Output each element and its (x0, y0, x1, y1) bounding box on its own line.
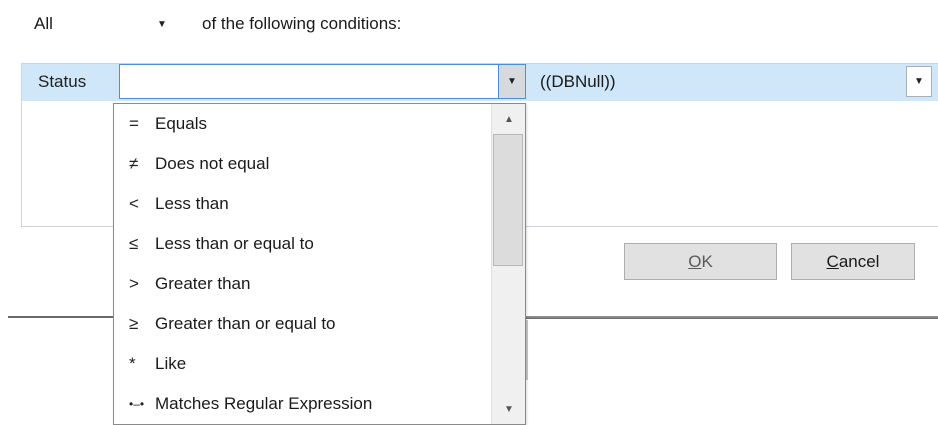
cancel-mnemonic: C (826, 251, 839, 271)
combine-mode-dropdown-arrow-icon[interactable]: ▼ (150, 12, 174, 36)
operator-item-less-or-equal[interactable]: ≤ Less than or equal to (114, 224, 490, 264)
less-equal-icon: ≤ (129, 234, 139, 253)
not-equal-icon: ≠ (129, 154, 139, 173)
ok-mnemonic: O (688, 251, 702, 271)
operator-item-label: Greater than (155, 274, 251, 293)
operator-item-greater-or-equal[interactable]: ≥ Greater than or equal to (114, 304, 490, 344)
conditions-caption: of the following conditions: (202, 14, 402, 33)
operator-item-equals[interactable]: = Equals (114, 104, 490, 144)
operator-list-items: = Equals ≠ Does not equal < Less than ≤ … (114, 104, 490, 424)
operator-item-label: Less than (155, 194, 229, 213)
operator-item-does-not-equal[interactable]: ≠ Does not equal (114, 144, 490, 184)
ok-label-rest: K (701, 251, 713, 271)
operator-combobox-input[interactable] (119, 64, 499, 99)
equals-icon: = (129, 114, 139, 133)
operator-dropdown-arrow-icon[interactable]: ▼ (499, 64, 526, 99)
operator-item-like[interactable]: * Like (114, 344, 490, 384)
background-divider-right (526, 316, 938, 319)
operator-item-label: Matches Regular Expression (155, 394, 373, 413)
value-dropdown-arrow-icon[interactable]: ▼ (906, 66, 932, 97)
scroll-down-arrow-icon[interactable]: ▼ (492, 394, 525, 424)
regex-icon: •–• (129, 397, 145, 411)
combine-mode-value[interactable]: All (34, 14, 53, 34)
greater-than-icon: > (129, 274, 139, 293)
operator-item-less-than[interactable]: < Less than (114, 184, 490, 224)
like-icon: * (129, 354, 136, 373)
operator-item-label: Greater than or equal to (155, 314, 336, 333)
less-than-icon: < (129, 194, 139, 213)
operator-item-matches-regex[interactable]: •–• Matches Regular Expression (114, 384, 490, 424)
cancel-button[interactable]: Cancel (791, 243, 915, 280)
scroll-up-arrow-icon[interactable]: ▲ (492, 104, 525, 134)
background-edge (526, 320, 528, 380)
condition-value-text[interactable]: ((DBNull)) (540, 72, 616, 92)
ok-button[interactable]: OK (624, 243, 777, 280)
operator-item-label: Like (155, 354, 187, 373)
scrollbar-thumb[interactable] (493, 134, 523, 266)
operator-item-label: Equals (155, 114, 207, 133)
background-divider-left (8, 316, 114, 318)
condition-field-label: Status (38, 72, 87, 91)
operator-list-scrollbar[interactable]: ▲ ▼ (491, 104, 525, 424)
operator-item-label: Does not equal (155, 154, 270, 173)
operator-dropdown-list[interactable]: = Equals ≠ Does not equal < Less than ≤ … (113, 103, 526, 425)
operator-item-label: Less than or equal to (155, 234, 314, 253)
operator-item-greater-than[interactable]: > Greater than (114, 264, 490, 304)
cancel-label-rest: ancel (838, 251, 880, 271)
greater-equal-icon: ≥ (129, 314, 139, 333)
